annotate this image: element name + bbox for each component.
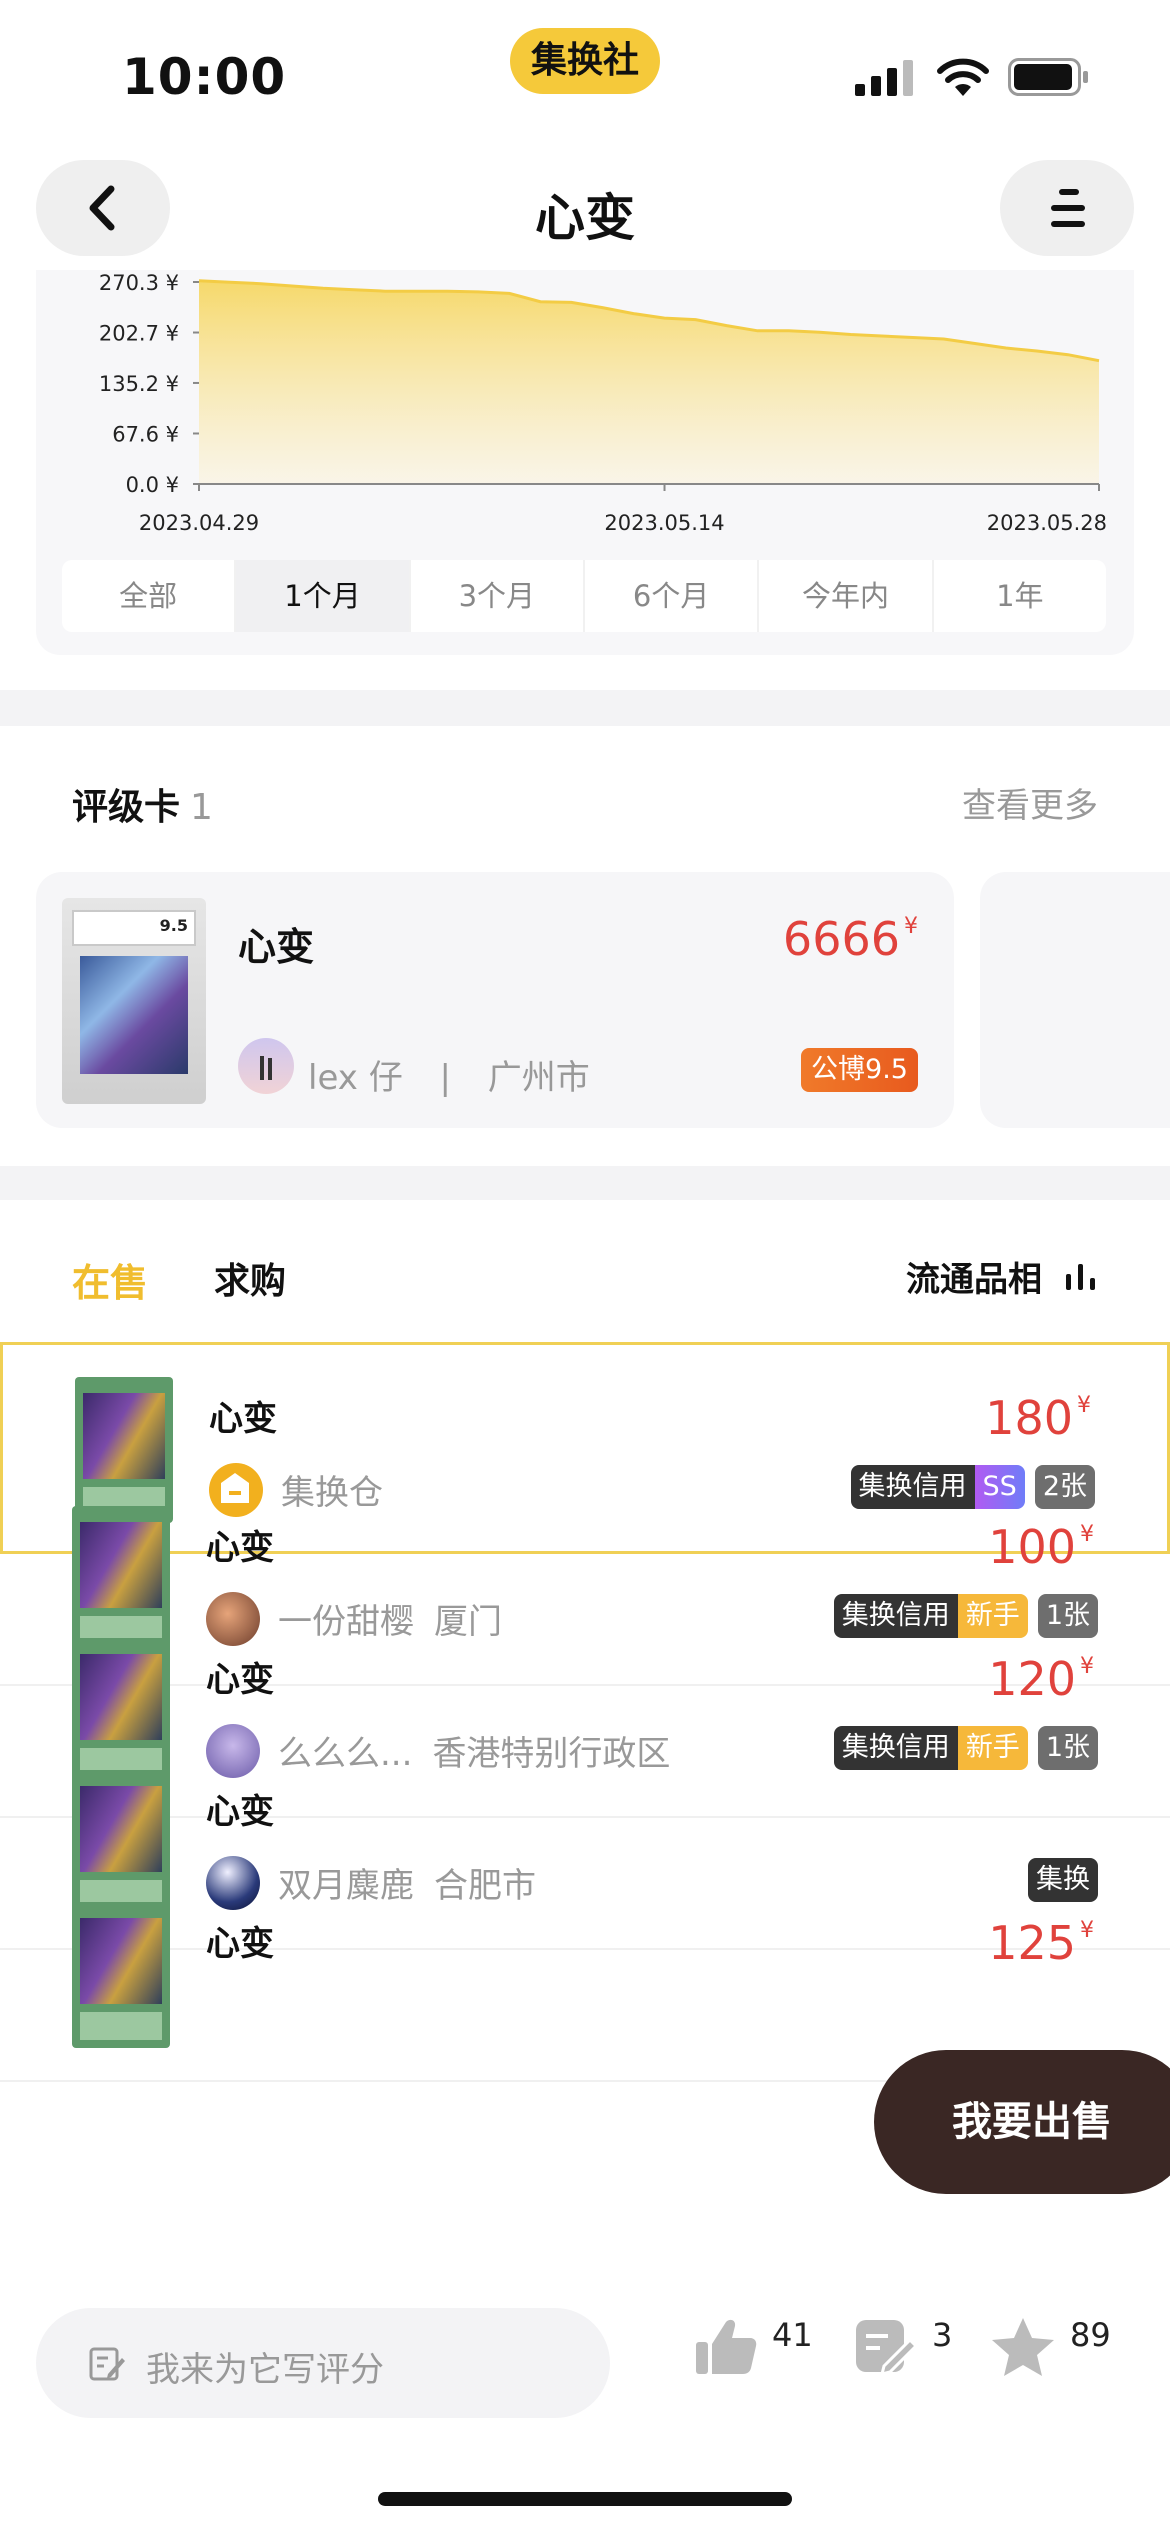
y-tick-label: 0.0 ¥ bbox=[126, 473, 179, 497]
tab-on-sale[interactable]: 在售 bbox=[72, 1252, 148, 1307]
price-chart: 270.3 ¥ 202.7 ¥ 135.2 ¥ 67.6 ¥ 0.0 ¥ 2023.04… bbox=[99, 271, 1107, 535]
favorite-button[interactable]: 89 bbox=[990, 2316, 1111, 2378]
slab-card-art bbox=[80, 956, 188, 1074]
review-placeholder: 我来为它写评分 bbox=[146, 2350, 384, 2390]
x-tick-label: 2023.05.14 bbox=[604, 511, 724, 535]
graded-card[interactable]: 9.5 心变 6666 ¥ lex 仔 | 广州市 公博9.5 bbox=[36, 872, 954, 1128]
like-count: 41 bbox=[772, 2316, 813, 2354]
listing-name: 心变 bbox=[206, 1792, 274, 1832]
thumbs-up-icon bbox=[696, 2319, 757, 2374]
menu-button[interactable] bbox=[1000, 160, 1134, 256]
range-option[interactable]: 6个月 bbox=[585, 560, 760, 632]
grade-badge: 公博9.5 bbox=[801, 1048, 918, 1092]
listing-name: 心变 bbox=[209, 1399, 277, 1439]
x-tick-label: 2023.05.28 bbox=[987, 511, 1107, 535]
slab-label: 9.5 bbox=[72, 910, 196, 946]
listing-name: 心变 bbox=[206, 1660, 274, 1700]
y-tick-label: 135.2 ¥ bbox=[99, 372, 179, 396]
listing-price: 120 ¥ bbox=[988, 1652, 1094, 1706]
graded-seller: lex 仔 | 广州市 bbox=[308, 1058, 590, 1098]
graded-card-next[interactable] bbox=[980, 872, 1170, 1128]
y-tick-label: 202.7 ¥ bbox=[99, 322, 179, 346]
bottom-bar: 我来为它写评分 41 3 89 bbox=[0, 2286, 1170, 2532]
listing-name: 心变 bbox=[206, 1924, 274, 1964]
price-area bbox=[199, 280, 1099, 484]
listing-price: 100 ¥ bbox=[988, 1520, 1094, 1574]
graded-card-name: 心变 bbox=[238, 925, 315, 969]
battery-icon bbox=[1008, 58, 1088, 96]
star-icon bbox=[992, 2318, 1054, 2376]
listing-price: 125 ¥ bbox=[988, 1916, 1094, 1970]
app-badge: 集换社 bbox=[510, 28, 660, 94]
status-time: 10:00 bbox=[122, 48, 287, 106]
status-bar: 10:00 集换社 bbox=[0, 0, 1170, 150]
range-option[interactable]: 3个月 bbox=[411, 560, 585, 632]
comment-count: 3 bbox=[932, 2316, 953, 2354]
range-selector: 全部 1个月 3个月 6个月 今年内 1年 bbox=[62, 560, 1106, 632]
sort-label: 流通品相 bbox=[906, 1260, 1042, 1300]
listing-price: 180 ¥ bbox=[985, 1391, 1091, 1445]
slab-grade: 9.5 bbox=[159, 916, 188, 935]
nav-bar: 心变 bbox=[0, 150, 1170, 270]
menu-icon bbox=[1051, 189, 1085, 227]
like-button[interactable]: 41 bbox=[694, 2316, 813, 2376]
x-tick-label: 2023.04.29 bbox=[139, 511, 259, 535]
edit-icon bbox=[89, 2347, 125, 2381]
sort-condition-button[interactable]: 流通品相 bbox=[906, 1252, 1098, 1301]
see-more-link[interactable]: 查看更多 bbox=[962, 778, 1098, 827]
bar-chart-icon bbox=[1066, 1263, 1095, 1290]
favorite-count: 89 bbox=[1070, 2316, 1111, 2354]
wifi-icon bbox=[937, 58, 989, 96]
review-input[interactable]: 我来为它写评分 bbox=[36, 2308, 610, 2418]
graded-count: 1 bbox=[190, 787, 213, 828]
page-title: 心变 bbox=[535, 189, 635, 247]
section-title: 评级卡 1 bbox=[72, 778, 213, 830]
comment-edit-icon bbox=[856, 2320, 918, 2376]
tab-wanted[interactable]: 求购 bbox=[214, 1252, 286, 1304]
graded-title: 评级卡 bbox=[72, 787, 181, 828]
listing-name: 心变 bbox=[206, 1528, 274, 1568]
y-tick-label: 67.6 ¥ bbox=[112, 422, 179, 446]
range-option[interactable]: 1年 bbox=[934, 560, 1106, 632]
range-option[interactable]: 1个月 bbox=[236, 560, 411, 632]
range-option[interactable]: 今年内 bbox=[759, 560, 934, 632]
card-thumbnail bbox=[72, 1902, 170, 2048]
home-indicator bbox=[378, 2492, 792, 2506]
price-chart-card: 270.3 ¥ 202.7 ¥ 135.2 ¥ 67.6 ¥ 0.0 ¥ 2023.04… bbox=[36, 270, 1134, 655]
price-chart-section: 270.3 ¥ 202.7 ¥ 135.2 ¥ 67.6 ¥ 0.0 ¥ 2023.04… bbox=[0, 270, 1170, 690]
graded-card-section: 评级卡 1 查看更多 9.5 心变 6666 ¥ lex 仔 | 广州市 公博9.5 bbox=[0, 726, 1170, 1166]
y-tick-label: 270.3 ¥ bbox=[99, 271, 179, 295]
range-option[interactable]: 全部 bbox=[62, 560, 237, 632]
sell-button[interactable]: 我要出售 bbox=[874, 2050, 1170, 2194]
graded-card-price: 6666 ¥ bbox=[782, 912, 918, 966]
seller-avatar bbox=[238, 1038, 294, 1094]
cellular-signal-icon bbox=[855, 60, 913, 96]
comment-button[interactable]: 3 bbox=[854, 2316, 952, 2376]
graded-slab-image: 9.5 bbox=[62, 898, 206, 1104]
